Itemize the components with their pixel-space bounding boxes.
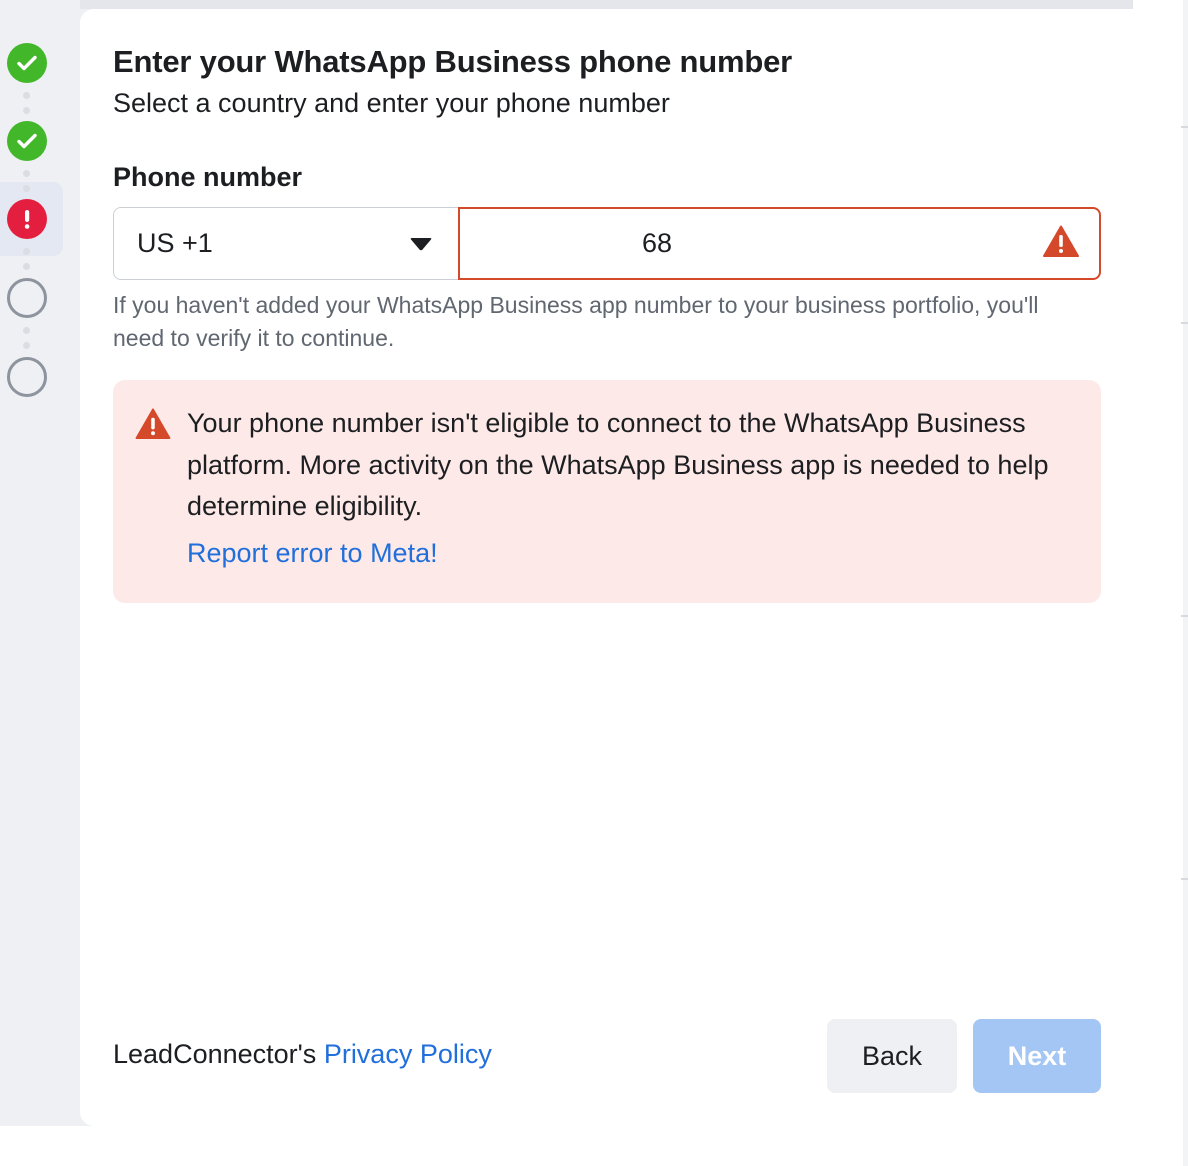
- step-connector-dot: [23, 327, 30, 334]
- right-scroll-edge: [1183, 0, 1188, 1166]
- edge-mark: [1181, 878, 1188, 880]
- eligibility-error-alert: Your phone number isn't eligible to conn…: [113, 380, 1101, 603]
- check-icon: [17, 133, 37, 149]
- step-connector-dot: [23, 92, 30, 99]
- top-divider: [80, 0, 1133, 9]
- page-title: Enter your WhatsApp Business phone numbe…: [113, 44, 793, 79]
- page-subtitle: Select a country and enter your phone nu…: [113, 88, 670, 118]
- step-2-complete: [7, 121, 47, 161]
- phone-number-label: Phone number: [113, 162, 303, 192]
- progress-stepper: [0, 0, 80, 1126]
- step-connector-dot: [23, 170, 30, 177]
- warning-icon: [135, 408, 171, 440]
- report-error-link[interactable]: Report error to Meta!: [187, 538, 438, 569]
- back-button[interactable]: Back: [827, 1019, 957, 1093]
- edge-mark: [1181, 126, 1188, 128]
- privacy-prefix: LeadConnector's: [113, 1039, 317, 1069]
- step-connector-dot: [23, 248, 30, 255]
- edge-mark: [1181, 322, 1188, 324]
- edge-mark: [1181, 615, 1188, 617]
- privacy-policy-link[interactable]: Privacy Policy: [324, 1039, 492, 1069]
- next-button[interactable]: Next: [973, 1019, 1101, 1093]
- step-4-pending: [7, 278, 47, 318]
- step-connector-dot: [23, 342, 30, 349]
- country-code-select[interactable]: US +1: [113, 207, 460, 280]
- step-1-complete: [7, 43, 47, 83]
- step-connector-dot: [23, 107, 30, 114]
- check-icon: [17, 55, 37, 71]
- step-3-error: [7, 199, 47, 239]
- warning-icon: [1043, 225, 1079, 257]
- caret-down-icon: [410, 238, 432, 251]
- phone-number-input[interactable]: [474, 209, 1034, 278]
- phone-number-field[interactable]: [458, 207, 1101, 280]
- alert-message: Your phone number isn't eligible to conn…: [187, 408, 1049, 521]
- step-5-pending: [7, 357, 47, 397]
- country-code-value: US +1: [137, 228, 213, 258]
- step-connector-dot: [23, 185, 30, 192]
- step-connector-dot: [23, 263, 30, 270]
- privacy-notice: LeadConnector's Privacy Policy: [113, 1039, 492, 1070]
- phone-helper-text: If you haven't added your WhatsApp Busin…: [113, 292, 1039, 351]
- exclamation-icon: [24, 210, 30, 229]
